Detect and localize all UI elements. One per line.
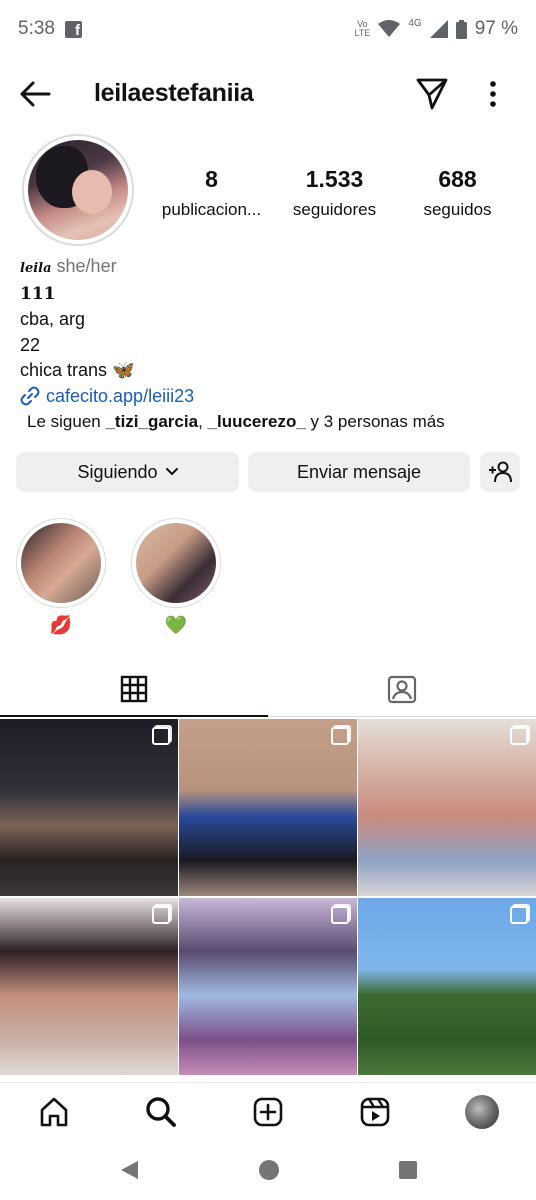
following-label: Siguiendo — [77, 461, 158, 482]
share-profile-button[interactable] — [414, 76, 450, 112]
profile-avatar[interactable] — [22, 134, 134, 246]
back-triangle-icon[interactable] — [118, 1159, 140, 1181]
story-highlight[interactable]: 💚 — [131, 518, 221, 636]
bio-link-text: cafecito.app/leiii23 — [46, 385, 195, 406]
battery-icon — [455, 19, 467, 39]
facebook-notification-icon: f — [64, 20, 82, 38]
message-label: Enviar mensaje — [296, 461, 422, 482]
carousel-icon — [331, 906, 349, 924]
profile-avatar — [465, 1094, 500, 1129]
carousel-icon — [152, 906, 170, 924]
more-vertical-icon — [490, 81, 496, 107]
following-button[interactable]: Siguiendo — [16, 452, 239, 492]
link-icon — [20, 386, 40, 406]
carousel-icon — [510, 727, 528, 745]
nav-home[interactable] — [27, 1085, 81, 1139]
highlight-ring — [131, 518, 221, 608]
tab-tagged[interactable] — [268, 662, 536, 716]
bio-pronouns: she/her — [56, 256, 117, 276]
stat-following[interactable]: 688 seguidos — [396, 166, 519, 220]
highlight-ring — [16, 518, 106, 608]
profile-picture — [28, 140, 128, 240]
nav-reels[interactable] — [348, 1085, 402, 1139]
profile-username: leilaestefaniia — [94, 79, 254, 107]
profile-stats: 8 publicacion... 1.533 seguidores 688 se… — [150, 166, 520, 220]
bio-name-row: leila she/her — [20, 254, 520, 282]
post-thumbnail[interactable] — [0, 719, 178, 896]
tagged-icon — [387, 675, 417, 704]
create-icon — [253, 1097, 283, 1126]
status-time: 5:38 — [18, 18, 55, 39]
reels-icon — [360, 1097, 390, 1126]
message-button[interactable]: Enviar mensaje — [248, 452, 470, 492]
post-thumbnail[interactable] — [179, 719, 357, 896]
wifi-icon — [378, 20, 401, 37]
suggested-users-button[interactable] — [480, 452, 520, 492]
highlight-label: 💚 — [164, 615, 188, 635]
bottom-navigation — [0, 1082, 536, 1140]
carousel-icon — [152, 727, 170, 745]
home-icon — [40, 1097, 67, 1126]
stat-label: publicacion... — [161, 200, 262, 219]
follower-1: _tizi_garcia — [105, 412, 199, 431]
highlight-cover — [136, 523, 216, 603]
post-thumbnail[interactable] — [358, 719, 536, 896]
recents-square-icon[interactable] — [398, 1160, 418, 1180]
status-indicators: Vo LTE 4G 97 % — [355, 18, 519, 40]
carousel-icon — [331, 727, 349, 745]
bio-line: chica trans 🦋 — [20, 360, 135, 380]
nav-search[interactable] — [134, 1085, 188, 1139]
grid-icon — [120, 675, 148, 703]
more-options-button[interactable] — [480, 78, 506, 110]
search-icon — [146, 1096, 176, 1127]
nav-create[interactable] — [241, 1085, 295, 1139]
tab-posts[interactable] — [0, 662, 268, 717]
chevron-down-icon — [165, 468, 178, 476]
profile-header: leilaestefaniia — [0, 66, 536, 122]
bio-name: leila — [20, 261, 52, 276]
highlight-label: 💋 — [49, 615, 73, 635]
post-thumbnail[interactable] — [358, 898, 536, 1075]
status-bar: 5:38 f Vo LTE 4G 97 % — [0, 0, 536, 58]
bio-link[interactable]: cafecito.app/leiii23 — [20, 384, 520, 410]
bio-line: 111 — [20, 283, 56, 304]
highlight-cover — [21, 523, 101, 603]
stat-followers[interactable]: 1.533 seguidores — [273, 166, 396, 220]
bio-line: 22 — [20, 334, 41, 355]
stat-label: seguidos — [423, 200, 492, 219]
paper-plane-icon — [416, 78, 448, 110]
volte-indicator: Vo LTE — [354, 19, 371, 38]
bio-line: cba, arg — [20, 309, 86, 329]
followed-by[interactable]: Le siguen _tizi_garcia, _luucerezo_ y 3 … — [27, 412, 445, 432]
profile-bio: leila she/her 111 cba, arg 22 chica tran… — [20, 254, 520, 409]
stat-value: 688 — [438, 166, 477, 192]
arrow-left-icon — [20, 81, 51, 107]
network-type: 4G — [408, 17, 422, 29]
post-thumbnail[interactable] — [0, 898, 178, 1075]
stat-posts[interactable]: 8 publicacion... — [150, 166, 273, 220]
stat-label: seguidores — [292, 200, 377, 219]
profile-tabs — [0, 662, 536, 717]
stat-value: 1.533 — [305, 166, 364, 192]
signal-icon — [429, 20, 448, 38]
carousel-icon — [510, 906, 528, 924]
posts-grid — [0, 719, 536, 1075]
system-navigation — [0, 1140, 536, 1200]
story-highlight[interactable]: 💋 — [16, 518, 106, 636]
post-thumbnail[interactable] — [179, 898, 357, 1075]
stat-value: 8 — [205, 166, 218, 192]
back-button[interactable] — [18, 78, 54, 110]
home-circle-icon[interactable] — [258, 1159, 280, 1181]
add-person-icon — [489, 461, 512, 483]
follower-2: _luucerezo_ — [207, 412, 306, 431]
nav-profile[interactable] — [455, 1085, 509, 1139]
battery-percent: 97 % — [474, 18, 518, 39]
